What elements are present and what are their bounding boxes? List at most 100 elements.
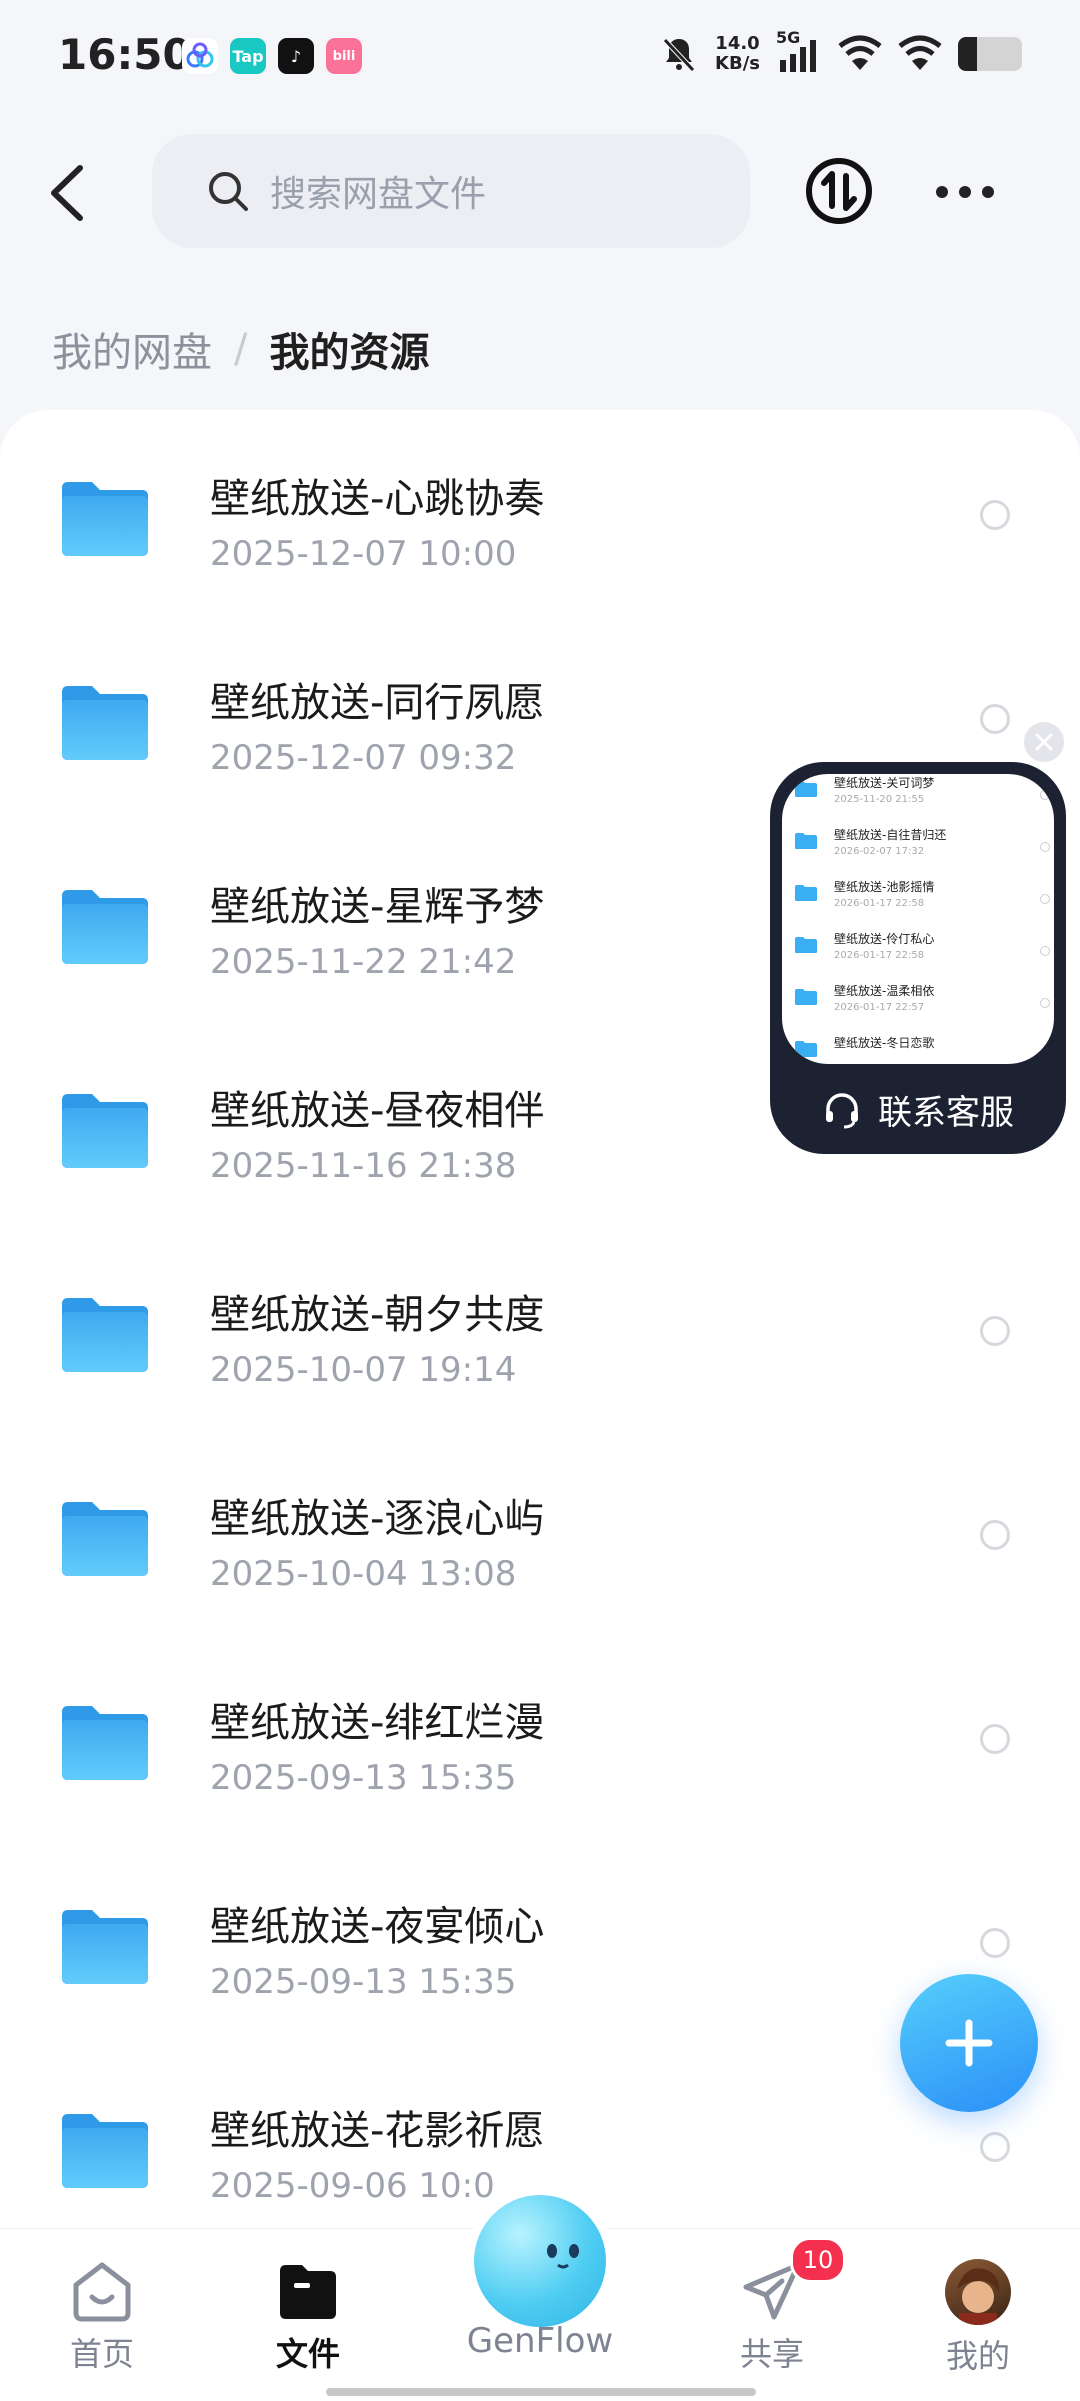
mini-select-dot <box>1040 946 1050 956</box>
folder-icon <box>58 1498 150 1578</box>
tab-me-label: 我的 <box>945 2337 1010 2375</box>
contact-service-label: 联系客服 <box>878 1092 1014 1133</box>
select-checkbox[interactable] <box>980 1520 1010 1550</box>
file-date: 2025-09-06 10:0 <box>210 2166 495 2206</box>
bilibili-icon: bili <box>326 38 362 74</box>
plus-icon <box>945 2019 993 2067</box>
select-checkbox[interactable] <box>980 704 1010 734</box>
select-checkbox[interactable] <box>980 1316 1010 1346</box>
tab-home-label: 首页 <box>69 2335 134 2373</box>
search-input[interactable]: 搜索网盘文件 <box>152 134 750 248</box>
mini-select-dot <box>1040 998 1050 1008</box>
float-preview-screen: 壁纸放送-关可词梦 2025-11-20 21:55 壁纸放送-自往昔归还 2026-… <box>782 774 1054 1064</box>
avatar <box>945 2259 1011 2325</box>
taptap-icon: Tap <box>230 38 266 74</box>
home-indicator[interactable] <box>326 2388 756 2396</box>
add-button[interactable] <box>900 1974 1038 2112</box>
mini-file-row: 壁纸放送-伶仃私心 2026-01-17 22:58 <box>794 924 1050 976</box>
file-date: 2025-09-13 15:35 <box>210 1758 517 1798</box>
mini-file-name: 壁纸放送-池影摇情 <box>834 880 935 894</box>
close-icon <box>1035 733 1053 751</box>
mini-file-name: 壁纸放送-冬日恋歌 <box>834 1036 935 1050</box>
file-date: 2025-11-22 21:42 <box>210 942 517 982</box>
mini-select-dot <box>1040 790 1050 800</box>
wifi-icon <box>838 35 882 70</box>
file-row[interactable]: 壁纸放送-逐浪心屿 2025-10-04 13:08 <box>0 1430 1080 1634</box>
battery-icon <box>958 37 1022 71</box>
tab-home[interactable]: 首页 <box>32 2259 172 2379</box>
more-button[interactable] <box>930 172 1000 212</box>
file-list: 壁纸放送-心跳协奏 2025-12-07 10:00 壁纸放送-同行夙愿 2025-1… <box>0 410 1080 2230</box>
search-icon <box>209 172 248 211</box>
folder-icon <box>58 2110 150 2190</box>
net-speed-unit: KB/s <box>715 53 760 74</box>
mini-file-row: 壁纸放送-温柔相依 2026-01-17 22:57 <box>794 976 1050 1028</box>
tiktok-icon: ♪ <box>278 38 314 74</box>
cloud-app-icon <box>182 38 218 74</box>
more-dots-icon <box>936 186 994 198</box>
folder-icon <box>795 833 817 849</box>
folder-icon <box>58 682 150 762</box>
file-name: 壁纸放送-绯红烂漫 <box>210 1700 545 1746</box>
file-date: 2025-12-07 10:00 <box>210 534 517 574</box>
breadcrumb-root[interactable]: 我的网盘 <box>52 320 212 378</box>
file-date: 2025-11-16 21:38 <box>210 1146 517 1186</box>
folder-icon <box>58 1906 150 1986</box>
select-checkbox[interactable] <box>980 1724 1010 1754</box>
chevron-left-icon <box>51 165 83 221</box>
folder-icon <box>795 885 817 901</box>
select-checkbox[interactable] <box>980 500 1010 530</box>
wifi-icon-secondary <box>898 35 942 70</box>
customer-service-float-window[interactable]: 壁纸放送-关可词梦 2025-11-20 21:55 壁纸放送-自往昔归还 2026-… <box>770 762 1066 1154</box>
file-row[interactable]: 壁纸放送-朝夕共度 2025-10-07 19:14 <box>0 1226 1080 1430</box>
back-button[interactable] <box>40 158 100 228</box>
folder-icon <box>58 478 150 558</box>
share-notification-badge: 10 <box>790 2237 846 2283</box>
mute-bell-icon <box>663 38 695 72</box>
folder-icon <box>795 781 817 797</box>
mini-file-name: 壁纸放送-伶仃私心 <box>834 932 935 946</box>
select-checkbox[interactable] <box>980 1928 1010 1958</box>
status-indicators: 14.0 KB/s 5G <box>659 28 1022 74</box>
mini-select-dot <box>1040 842 1050 852</box>
close-float-button[interactable] <box>1024 722 1064 762</box>
file-name: 壁纸放送-昼夜相伴 <box>210 1088 545 1134</box>
folder-icon <box>280 2265 336 2319</box>
mini-select-dot <box>1040 1050 1050 1060</box>
transfer-icon <box>806 158 872 224</box>
folder-icon <box>58 886 150 966</box>
tab-genflow-label: GenFlow <box>466 2321 614 2361</box>
file-name: 壁纸放送-逐浪心屿 <box>210 1496 545 1542</box>
tab-genflow[interactable] <box>466 2187 614 2335</box>
mini-file-row: 壁纸放送-池影摇情 2026-01-17 22:58 <box>794 872 1050 924</box>
tab-share-label: 共享 <box>739 2335 804 2373</box>
cell-signal-icon: 5G <box>776 28 822 74</box>
file-date: 2025-12-07 09:32 <box>210 738 517 778</box>
mini-file-date: 2026-01-17 22:57 <box>834 1002 925 1013</box>
folder-icon <box>58 1702 150 1782</box>
file-row[interactable]: 壁纸放送-绯红烂漫 2025-09-13 15:35 <box>0 1634 1080 1838</box>
mini-file-date: 2025-11-20 21:55 <box>834 794 925 805</box>
file-row[interactable]: 壁纸放送-心跳协奏 2025-12-07 10:00 <box>0 410 1080 614</box>
bottom-tab-bar: 首页 文件 GenFlow 共享 10 我的 <box>0 2187 1080 2401</box>
breadcrumb-current: 我的资源 <box>269 330 430 376</box>
mini-file-name: 壁纸放送-自往昔归还 <box>834 828 947 842</box>
status-bar: 16:50 Tap ♪ bili 14.0 KB/s 5G <box>0 0 1080 118</box>
status-time: 16:50 <box>58 30 192 79</box>
home-icon <box>73 2262 131 2322</box>
mini-file-row: 壁纸放送-冬日恋歌 <box>794 1028 1050 1064</box>
breadcrumb: 我的网盘 / 我的资源 <box>52 320 429 378</box>
contact-service-button[interactable]: 联系客服 <box>770 1064 1066 1154</box>
file-name: 壁纸放送-心跳协奏 <box>210 476 545 522</box>
file-name: 壁纸放送-花影祈愿 <box>210 2108 545 2154</box>
mini-file-row: 壁纸放送-自往昔归还 2026-02-07 17:32 <box>794 820 1050 872</box>
notification-app-icons: Tap ♪ bili <box>182 38 362 74</box>
transfer-button[interactable] <box>804 156 874 226</box>
mini-file-row: 壁纸放送-关可词梦 2025-11-20 21:55 <box>794 774 1050 820</box>
select-checkbox[interactable] <box>980 2132 1010 2162</box>
file-name: 壁纸放送-夜宴倾心 <box>210 1904 545 1950</box>
mini-file-date: 2026-02-07 17:32 <box>834 846 925 857</box>
tab-me[interactable]: 我的 <box>908 2259 1048 2379</box>
tab-files[interactable]: 文件 <box>238 2259 378 2379</box>
file-name: 壁纸放送-星辉予梦 <box>210 884 545 930</box>
